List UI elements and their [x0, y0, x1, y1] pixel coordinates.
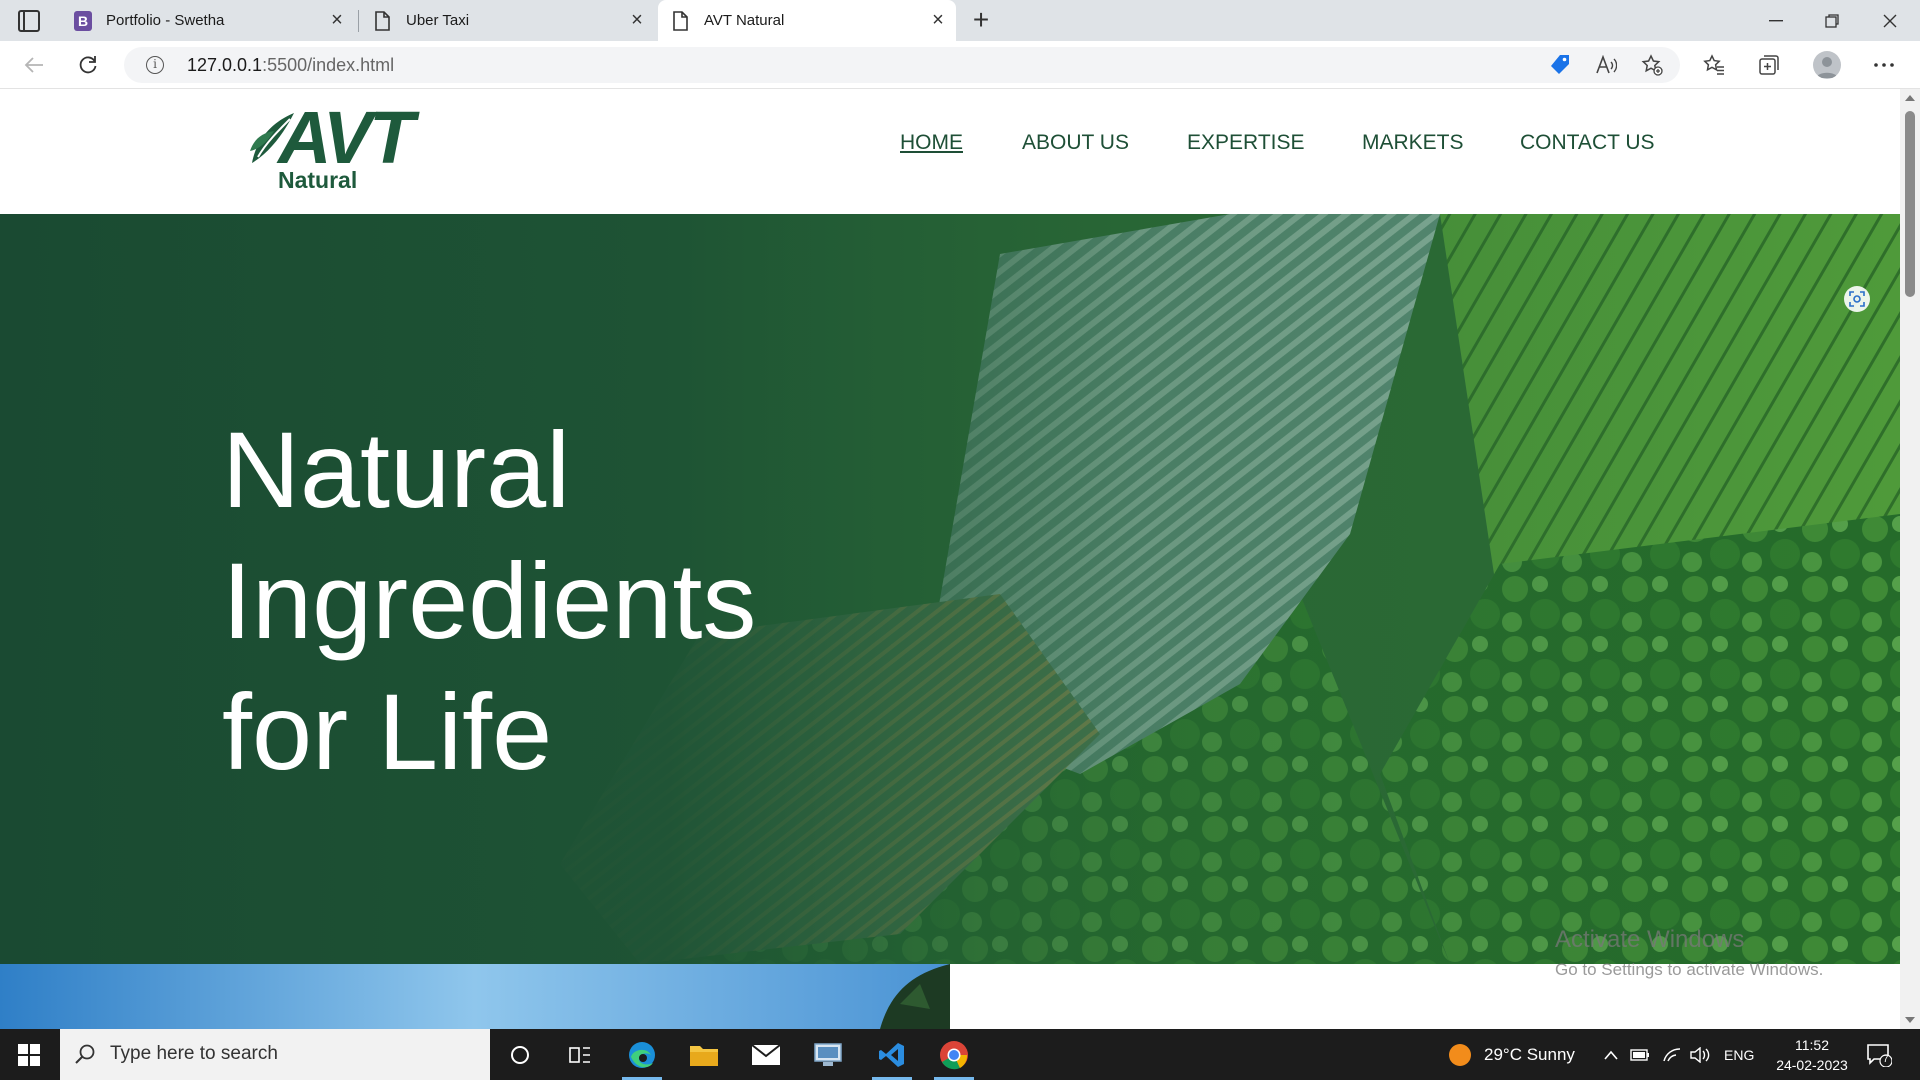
wifi-icon[interactable] [1662, 1029, 1682, 1080]
site-header: AVT Natural HOME ABOUT US EXPERTISE MARK… [0, 89, 1900, 214]
tab-title: AVT Natural [704, 12, 785, 29]
tab-title: Uber Taxi [406, 12, 470, 29]
shopping-tag-icon[interactable] [1544, 49, 1576, 81]
hero-line: for Life [222, 671, 553, 792]
tab-avt-natural[interactable]: AVT Natural × [658, 0, 956, 41]
nav-contact-us[interactable]: CONTACT US [1520, 131, 1655, 155]
scroll-down-arrow-icon[interactable] [1905, 1017, 1915, 1023]
nav-markets[interactable]: MARKETS [1362, 131, 1464, 155]
url-path: :5500/index.html [262, 55, 395, 75]
minimize-button[interactable] [1748, 0, 1804, 41]
weather-widget[interactable]: 29°C Sunny [1448, 1029, 1575, 1080]
collections-icon[interactable] [1753, 49, 1785, 81]
favorites-icon[interactable] [1698, 49, 1730, 81]
nav-about-us[interactable]: ABOUT US [1022, 131, 1129, 155]
close-tab-icon[interactable]: × [327, 10, 347, 30]
tab-title: Portfolio - Swetha [106, 12, 225, 29]
volume-icon[interactable] [1690, 1029, 1712, 1080]
notification-count: 7 [1883, 1054, 1889, 1065]
scroll-up-arrow-icon[interactable] [1905, 95, 1915, 101]
search-placeholder: Type here to search [110, 1043, 278, 1064]
more-options-icon[interactable] [1868, 49, 1900, 81]
watermark-title: Activate Windows [1555, 926, 1745, 953]
scrollbar-thumb[interactable] [1905, 111, 1915, 297]
nav-home[interactable]: HOME [900, 131, 963, 155]
sun-icon [1449, 1043, 1471, 1066]
read-aloud-icon[interactable] [1590, 49, 1622, 81]
hero-heading: Natural Ingredients for Life [222, 404, 922, 797]
tab-uber-taxi[interactable]: Uber Taxi × [360, 0, 655, 41]
search-icon [75, 1044, 95, 1064]
chrome-icon[interactable] [924, 1029, 984, 1080]
hero-banner: Natural Ingredients for Life [0, 214, 1900, 964]
refresh-button[interactable] [72, 49, 104, 81]
visual-search-icon[interactable] [1844, 286, 1870, 312]
activate-windows-watermark: Activate Windows Go to Settings to activ… [1555, 926, 1823, 980]
close-window-button[interactable] [1862, 0, 1918, 41]
url-text[interactable]: 127.0.0.1:5500/index.html [187, 55, 394, 76]
mail-icon[interactable] [736, 1029, 796, 1080]
browser-toolbar: i 127.0.0.1:5500/index.html [0, 41, 1920, 89]
windows-taskbar: Type here to search 29°C Sunny ENG 11:52… [0, 1029, 1920, 1080]
back-button[interactable] [18, 49, 50, 81]
language-indicator[interactable]: ENG [1724, 1029, 1754, 1080]
page-favicon-icon [374, 10, 392, 31]
file-explorer-icon[interactable] [674, 1029, 734, 1080]
bootstrap-favicon-icon: B [74, 10, 92, 31]
clock-date: 24-02-2023 [1776, 1057, 1848, 1073]
url-host: 127.0.0.1 [187, 55, 263, 75]
page-scrollbar[interactable] [1900, 89, 1920, 1029]
clock-time: 11:52 [1795, 1037, 1829, 1053]
task-view-icon[interactable] [550, 1029, 610, 1080]
hero-line: Ingredients [222, 540, 757, 661]
edge-browser-icon[interactable] [612, 1029, 672, 1080]
page-favicon-icon [672, 10, 690, 31]
vscode-icon[interactable] [862, 1029, 922, 1080]
cortana-icon[interactable] [490, 1029, 550, 1080]
browser-tab-strip: B Portfolio - Swetha × Uber Taxi × AVT N… [0, 0, 1920, 41]
hero-line: Natural [222, 409, 571, 530]
weather-text: 29°C Sunny [1484, 1044, 1575, 1064]
sky-image [0, 964, 950, 1029]
new-tab-button[interactable]: + [966, 6, 996, 36]
restore-button[interactable] [1804, 0, 1860, 41]
system-clock[interactable]: 11:52 24-02-2023 [1762, 1035, 1862, 1075]
close-tab-icon[interactable]: × [928, 10, 948, 30]
notification-center-icon[interactable]: 7 [1866, 1029, 1892, 1080]
logo-subtitle: Natural [278, 167, 358, 193]
add-favorite-icon[interactable] [1636, 49, 1668, 81]
tab-divider [358, 10, 359, 32]
address-bar[interactable]: i 127.0.0.1:5500/index.html [124, 47, 1680, 83]
main-navigation: HOME ABOUT US EXPERTISE MARKETS CONTACT … [0, 131, 1900, 171]
nav-expertise[interactable]: EXPERTISE [1187, 131, 1305, 155]
show-hidden-icons-icon[interactable] [1604, 1029, 1618, 1080]
tab-actions-icon[interactable] [18, 10, 40, 32]
taskbar-search-box[interactable]: Type here to search [60, 1029, 490, 1080]
close-tab-icon[interactable]: × [627, 10, 647, 30]
remote-desktop-icon[interactable] [798, 1029, 858, 1080]
profile-avatar-icon[interactable] [1813, 51, 1841, 79]
windows-start-icon[interactable] [18, 1044, 40, 1066]
watermark-subtitle: Go to Settings to activate Windows. [1555, 960, 1824, 979]
web-page: AVT Natural HOME ABOUT US EXPERTISE MARK… [0, 89, 1900, 1029]
tab-portfolio[interactable]: B Portfolio - Swetha × [60, 0, 355, 41]
site-info-icon[interactable]: i [146, 56, 164, 74]
battery-icon[interactable] [1630, 1029, 1650, 1080]
